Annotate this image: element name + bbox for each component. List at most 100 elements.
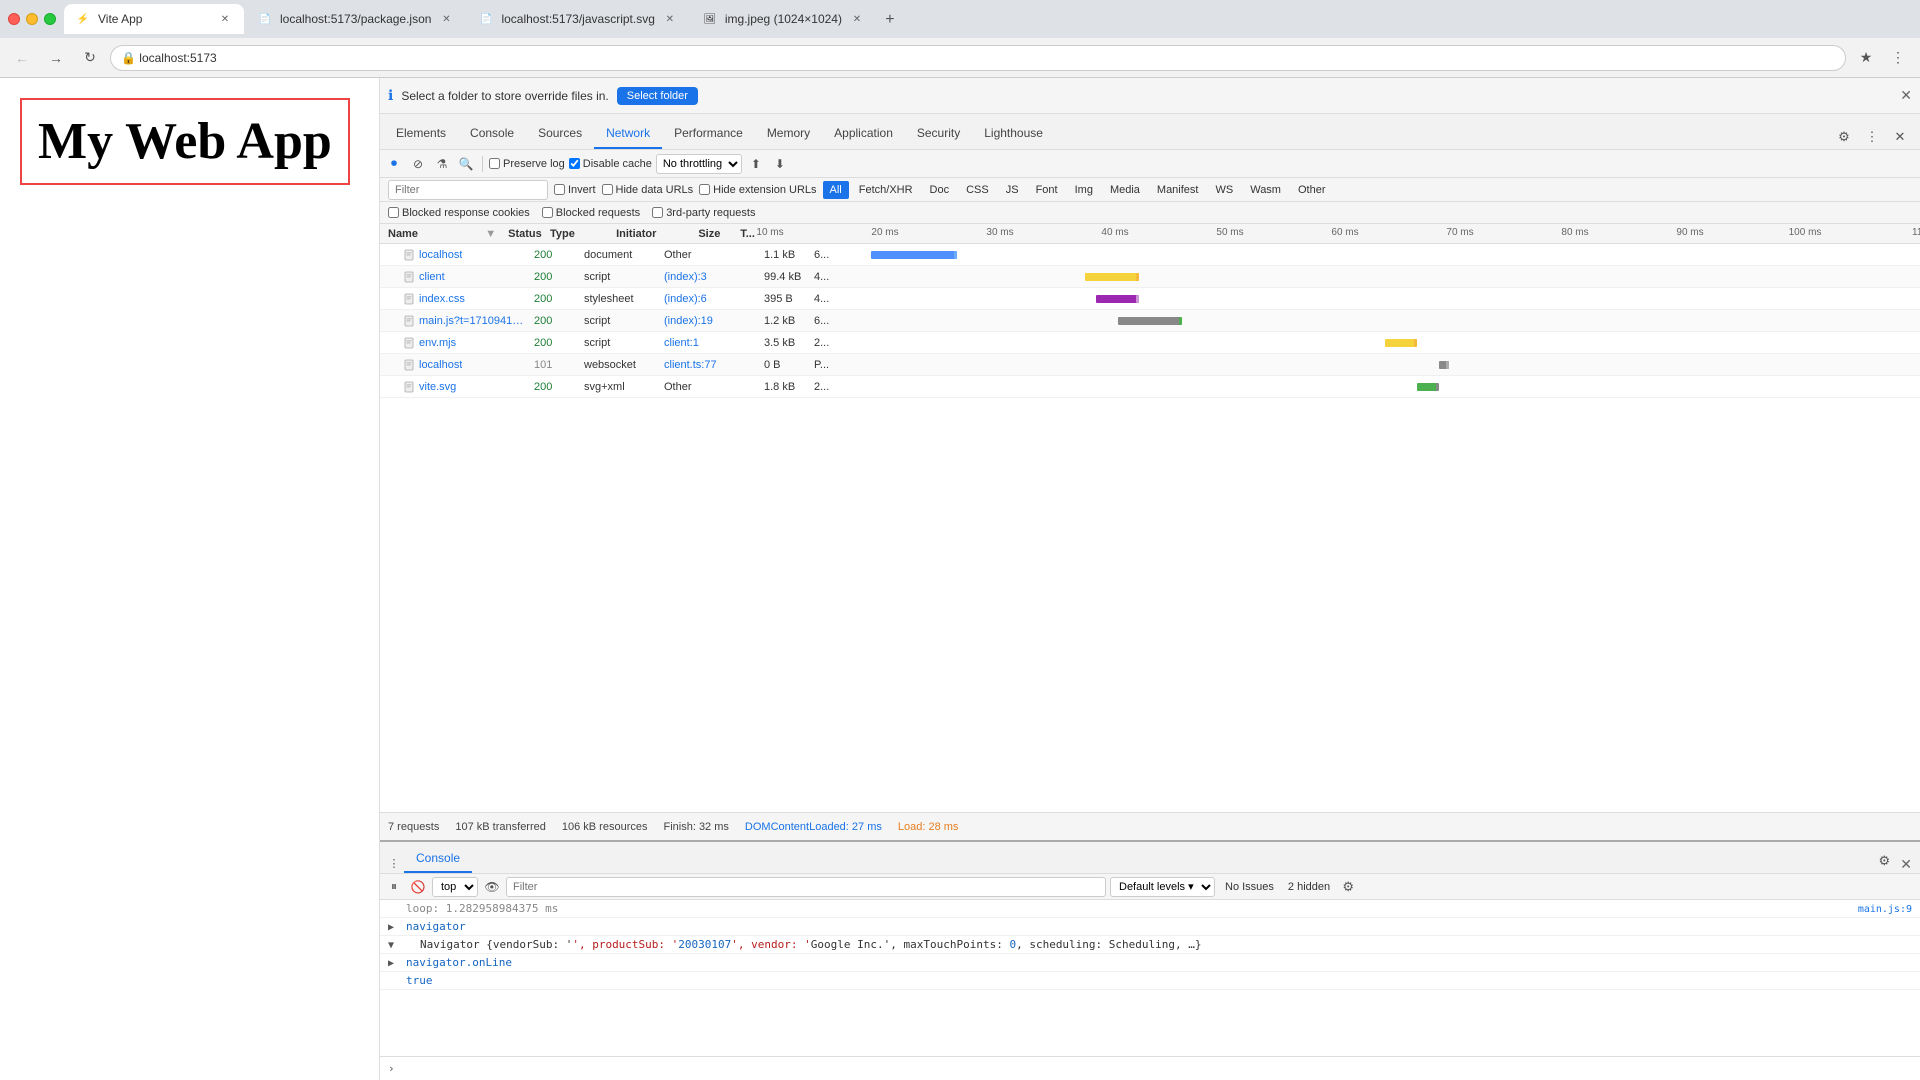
- tab-close-tab3[interactable]: ✕: [663, 12, 677, 26]
- console-line-1[interactable]: ▶navigator: [380, 918, 1920, 936]
- devtools-more-button[interactable]: ⋮: [1860, 125, 1884, 149]
- console-clear-button[interactable]: 🚫: [408, 877, 428, 897]
- browser-tab-tab3[interactable]: 📄 localhost:5173/javascript.svg ✕: [467, 4, 688, 34]
- blocked-cookies-label[interactable]: Blocked response cookies: [388, 207, 530, 219]
- devtools-tab-console[interactable]: Console: [458, 119, 526, 149]
- console-tab[interactable]: Console: [404, 845, 472, 873]
- devtools-settings-button[interactable]: ⚙: [1832, 125, 1856, 149]
- col-header-type[interactable]: Type: [546, 228, 612, 240]
- console-settings-icon[interactable]: ⚙: [1872, 849, 1896, 873]
- cell-initiator-3[interactable]: (index):19: [660, 315, 760, 327]
- console-filter-input[interactable]: [506, 877, 1106, 897]
- console-line-2[interactable]: ▼Navigator {vendorSub: '', productSub: '…: [380, 936, 1920, 954]
- throttle-select[interactable]: No throttling: [656, 154, 742, 174]
- cell-initiator-0[interactable]: Other: [660, 249, 760, 261]
- console-prompt[interactable]: ›: [380, 1056, 1920, 1080]
- export-button[interactable]: ⬇: [770, 154, 790, 174]
- hidden-count-badge[interactable]: 2 hidden: [1284, 881, 1334, 893]
- blocked-requests-checkbox[interactable]: [542, 207, 553, 218]
- table-row[interactable]: localhost 200 document Other 1.1 kB 6...: [380, 244, 1920, 266]
- cell-initiator-5[interactable]: client.ts:77: [660, 359, 760, 371]
- tab-close-tab1[interactable]: ✕: [218, 12, 232, 26]
- table-row[interactable]: index.css 200 stylesheet (index):6 395 B…: [380, 288, 1920, 310]
- table-row[interactable]: vite.svg 200 svg+xml Other 1.8 kB 2...: [380, 376, 1920, 398]
- devtools-tab-sources[interactable]: Sources: [526, 119, 594, 149]
- import-button[interactable]: ⬆: [746, 154, 766, 174]
- browser-tab-tab2[interactable]: 📄 localhost:5173/package.json ✕: [246, 4, 465, 34]
- disable-cache-label[interactable]: Disable cache: [569, 158, 652, 170]
- preserve-log-label[interactable]: Preserve log: [489, 158, 565, 170]
- devtools-tab-security[interactable]: Security: [905, 119, 972, 149]
- hide-extension-urls-label[interactable]: Hide extension URLs: [699, 184, 816, 196]
- console-more-button[interactable]: ⋮: [384, 853, 404, 873]
- filter-chip-all[interactable]: All: [823, 181, 849, 199]
- devtools-close-button[interactable]: ✕: [1888, 125, 1912, 149]
- filter-chip-manifest[interactable]: Manifest: [1150, 181, 1206, 199]
- third-party-label[interactable]: 3rd-party requests: [652, 207, 755, 219]
- col-header-initiator[interactable]: Initiator: [612, 228, 694, 240]
- expand-icon-1[interactable]: ▶: [388, 922, 402, 933]
- console-settings-button[interactable]: ⚙: [1338, 877, 1358, 897]
- console-context-select[interactable]: top: [432, 877, 478, 897]
- devtools-tab-network[interactable]: Network: [594, 119, 662, 149]
- table-row[interactable]: client 200 script (index):3 99.4 kB 4...: [380, 266, 1920, 288]
- filter-chip-img[interactable]: Img: [1068, 181, 1100, 199]
- col-header-name[interactable]: Name ▼: [380, 228, 504, 240]
- hide-data-urls-label[interactable]: Hide data URLs: [602, 184, 694, 196]
- banner-close-button[interactable]: ✕: [1900, 87, 1912, 104]
- tab-close-tab2[interactable]: ✕: [439, 12, 453, 26]
- table-row[interactable]: main.js?t=1710941828.... 200 script (ind…: [380, 310, 1920, 332]
- clear-button[interactable]: ⊘: [408, 154, 428, 174]
- filter-chip-media[interactable]: Media: [1103, 181, 1147, 199]
- close-window-button[interactable]: [8, 13, 20, 25]
- filter-chip-other[interactable]: Other: [1291, 181, 1333, 199]
- devtools-tab-application[interactable]: Application: [822, 119, 905, 149]
- blocked-requests-label[interactable]: Blocked requests: [542, 207, 640, 219]
- filter-chip-css[interactable]: CSS: [959, 181, 996, 199]
- filter-chip-font[interactable]: Font: [1029, 181, 1065, 199]
- new-tab-button[interactable]: +: [876, 6, 904, 34]
- filter-chip-js[interactable]: JS: [999, 181, 1026, 199]
- console-pause-button[interactable]: ⏸: [384, 877, 404, 897]
- console-levels-select[interactable]: Default levels ▾: [1110, 877, 1215, 897]
- record-button[interactable]: ⏺: [384, 154, 404, 174]
- table-row[interactable]: env.mjs 200 script client:1 3.5 kB 2...: [380, 332, 1920, 354]
- back-button[interactable]: ←: [8, 44, 36, 72]
- console-line-3[interactable]: ▶navigator.onLine: [380, 954, 1920, 972]
- cell-initiator-4[interactable]: client:1: [660, 337, 760, 349]
- maximize-window-button[interactable]: [44, 13, 56, 25]
- hide-extension-urls-checkbox[interactable]: [699, 184, 710, 195]
- select-folder-button[interactable]: Select folder: [617, 87, 698, 105]
- filter-chip-doc[interactable]: Doc: [923, 181, 957, 199]
- filter-chip-ws[interactable]: WS: [1208, 181, 1240, 199]
- hide-data-urls-checkbox[interactable]: [602, 184, 613, 195]
- third-party-checkbox[interactable]: [652, 207, 663, 218]
- collapse-icon-2[interactable]: ▼: [388, 940, 402, 951]
- devtools-tab-performance[interactable]: Performance: [662, 119, 755, 149]
- cell-initiator-1[interactable]: (index):3: [660, 271, 760, 283]
- invert-filter-checkbox[interactable]: [554, 184, 565, 195]
- col-header-size[interactable]: Size: [694, 228, 736, 240]
- forward-button[interactable]: →: [42, 44, 70, 72]
- filter-chip-fetch-xhr[interactable]: Fetch/XHR: [852, 181, 920, 199]
- devtools-tab-lighthouse[interactable]: Lighthouse: [972, 119, 1055, 149]
- address-bar[interactable]: 🔒 localhost:5173: [110, 45, 1846, 71]
- filter-chip-wasm[interactable]: Wasm: [1243, 181, 1288, 199]
- console-eye-button[interactable]: 👁: [482, 877, 502, 897]
- browser-settings-button[interactable]: ⋮: [1884, 44, 1912, 72]
- devtools-tab-elements[interactable]: Elements: [384, 119, 458, 149]
- disable-cache-checkbox[interactable]: [569, 158, 580, 169]
- filter-button[interactable]: ⚗: [432, 154, 452, 174]
- cell-initiator-2[interactable]: (index):6: [660, 293, 760, 305]
- invert-filter-label[interactable]: Invert: [554, 184, 596, 196]
- console-close-button[interactable]: ✕: [1900, 856, 1912, 873]
- search-button[interactable]: 🔍: [456, 154, 476, 174]
- console-source-0[interactable]: main.js:9: [1858, 904, 1912, 915]
- minimize-window-button[interactable]: [26, 13, 38, 25]
- col-header-status[interactable]: Status: [504, 228, 546, 240]
- refresh-button[interactable]: ↻: [76, 44, 104, 72]
- network-filter-input[interactable]: [388, 180, 548, 200]
- table-row[interactable]: localhost 101 websocket client.ts:77 0 B…: [380, 354, 1920, 376]
- cell-initiator-6[interactable]: Other: [660, 381, 760, 393]
- expand-icon-3[interactable]: ▶: [388, 958, 402, 969]
